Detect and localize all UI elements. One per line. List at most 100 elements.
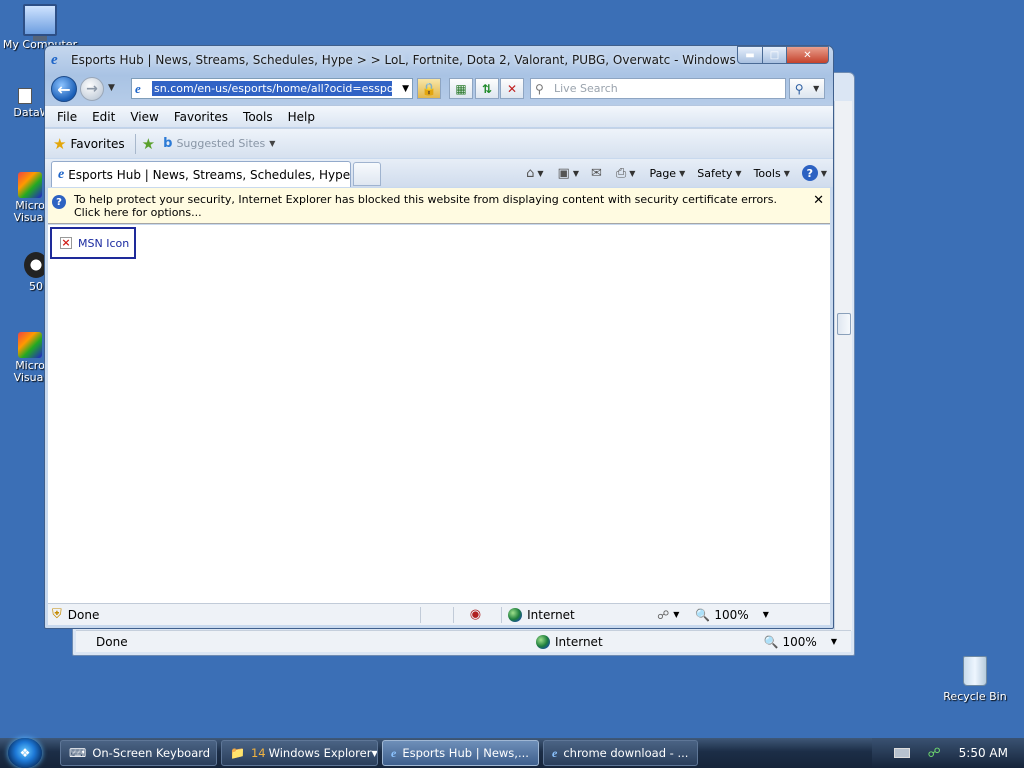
info-icon: ? bbox=[52, 195, 66, 209]
chevron-down-icon[interactable]: ▼ bbox=[629, 169, 635, 178]
menu-view[interactable]: View bbox=[130, 110, 158, 124]
forward-button[interactable]: → bbox=[80, 77, 104, 101]
minimize-button[interactable]: ▬ bbox=[737, 46, 763, 64]
title-bar[interactable]: e Esports Hub | News, Streams, Schedules… bbox=[45, 46, 833, 74]
refresh-button[interactable]: ⇅ bbox=[475, 78, 499, 99]
zoom-control[interactable]: 🔍 100% ▼ bbox=[764, 635, 837, 649]
chevron-down-icon[interactable]: ▼ bbox=[673, 610, 679, 619]
address-bar[interactable]: e sn.com/en-us/esports/home/all?ocid=ess… bbox=[131, 78, 413, 99]
ie-icon: e bbox=[552, 745, 558, 760]
chevron-down-icon[interactable]: ▼ bbox=[573, 169, 579, 178]
chevron-down-icon[interactable]: ▼ bbox=[821, 169, 827, 178]
ie-icon: e bbox=[58, 166, 65, 182]
desktop-icon-my-computer[interactable]: My Computer bbox=[0, 4, 80, 51]
chevron-down-icon[interactable]: ▼ bbox=[537, 169, 543, 178]
favorites-bar: ★ Favorites ★ b Suggested Sites ▼ bbox=[45, 128, 833, 158]
start-button[interactable]: ❖ bbox=[8, 738, 42, 768]
print-icon[interactable]: ⎙ bbox=[616, 166, 626, 181]
search-box[interactable]: ⚲ Live Search bbox=[530, 78, 786, 99]
back-button[interactable]: ← bbox=[51, 76, 77, 102]
stop-button[interactable]: ✕ bbox=[500, 78, 524, 99]
information-bar-message[interactable]: To help protect your security, Internet … bbox=[74, 193, 804, 219]
task-label: Windows Explorer bbox=[268, 746, 372, 760]
zone-label: Internet bbox=[555, 634, 603, 649]
clock[interactable]: 5:50 AM bbox=[959, 746, 1008, 760]
desktop-icon-recycle-bin[interactable]: Recycle Bin bbox=[935, 656, 1015, 703]
taskbar-on-screen-keyboard[interactable]: ⌨ On-Screen Keyboard bbox=[60, 740, 217, 766]
chevron-down-icon: ▼ bbox=[371, 748, 378, 758]
tools-menu[interactable]: Tools bbox=[754, 167, 781, 180]
tab-title: Esports Hub | News, Streams, Schedules, … bbox=[68, 167, 351, 182]
internet-explorer-window[interactable]: e Esports Hub | News, Streams, Schedules… bbox=[44, 45, 834, 629]
chevron-down-icon[interactable]: ▼ bbox=[679, 169, 685, 178]
bing-icon: b bbox=[163, 136, 173, 151]
read-mail-icon[interactable]: ✉ bbox=[591, 166, 602, 181]
task-label: On-Screen Keyboard bbox=[92, 746, 211, 760]
search-button[interactable]: ⚲ ▼ bbox=[789, 78, 825, 99]
status-bar: ⛨ Done ◉ Internet ☍ ▼ 🔍 100% ▼ bbox=[48, 603, 830, 625]
folder-icon: 📁 bbox=[230, 746, 245, 760]
menu-favorites[interactable]: Favorites bbox=[174, 110, 228, 124]
chevron-down-icon[interactable]: ▼ bbox=[784, 169, 790, 178]
menu-help[interactable]: Help bbox=[288, 110, 315, 124]
security-zone: Internet bbox=[536, 634, 603, 649]
chevron-down-icon[interactable]: ▼ bbox=[763, 610, 769, 619]
chevron-down-icon[interactable]: ▼ bbox=[402, 84, 409, 94]
zoom-level: 100% bbox=[782, 634, 817, 649]
favorites-button[interactable]: Favorites bbox=[70, 137, 124, 151]
menu-bar: File Edit View Favorites Tools Help bbox=[45, 105, 833, 127]
information-bar[interactable]: ? To help protect your security, Interne… bbox=[48, 188, 830, 224]
maximize-button[interactable]: □ bbox=[763, 46, 787, 64]
home-icon[interactable]: ⌂ bbox=[526, 166, 534, 181]
chevron-down-icon[interactable]: ▼ bbox=[735, 169, 741, 178]
compatibility-view-button[interactable]: ▦ bbox=[449, 78, 473, 99]
suggested-sites-link[interactable]: Suggested Sites bbox=[176, 137, 265, 150]
add-favorite-icon[interactable]: ★ bbox=[142, 135, 155, 153]
chevron-down-icon[interactable]: ▼ bbox=[269, 139, 275, 148]
vertical-scrollbar[interactable] bbox=[834, 101, 852, 631]
broken-image-icon: × bbox=[60, 236, 72, 249]
search-input[interactable]: Live Search bbox=[554, 82, 618, 95]
taskbar-windows-explorer[interactable]: 📁 14 Windows Explorer ▼ bbox=[221, 740, 378, 766]
ie-icon: e bbox=[51, 52, 58, 68]
image-alt-text: MSN Icon bbox=[78, 236, 130, 250]
protected-mode-icon[interactable]: ☍ bbox=[657, 608, 669, 622]
page-icon: e bbox=[135, 80, 141, 96]
broken-image-link[interactable]: × MSN Icon bbox=[50, 227, 136, 259]
divider bbox=[134, 133, 136, 154]
window-title: Esports Hub | News, Streams, Schedules, … bbox=[71, 53, 741, 67]
zoom-control[interactable]: 🔍 100% ▼ bbox=[695, 608, 768, 622]
taskbar-esports-hub[interactable]: e Esports Hub | News,... bbox=[382, 740, 539, 766]
keyboard-icon[interactable] bbox=[893, 748, 910, 758]
page-menu[interactable]: Page bbox=[649, 167, 676, 180]
help-icon[interactable]: ? bbox=[801, 165, 818, 181]
tab-esports-hub[interactable]: e Esports Hub | News, Streams, Schedules… bbox=[51, 161, 351, 187]
menu-tools[interactable]: Tools bbox=[243, 110, 273, 124]
lock-icon[interactable]: 🔒 bbox=[417, 78, 441, 99]
shield-icon: ⛨ bbox=[52, 607, 62, 622]
close-button[interactable]: ✕ bbox=[787, 46, 829, 64]
command-bar: ⌂ ▼ ▣ ▼ ✉ ⎙ ▼ Page ▼ Safety ▼ Tools ▼ ? … bbox=[526, 163, 827, 183]
network-icon[interactable]: ☍ bbox=[928, 746, 941, 761]
recent-pages-dropdown[interactable]: ▼ bbox=[108, 83, 118, 93]
taskbar-chrome-download[interactable]: e chrome download - ... bbox=[543, 740, 698, 766]
globe-icon bbox=[536, 634, 550, 649]
chevron-down-icon[interactable]: ▼ bbox=[813, 84, 819, 93]
task-label: Esports Hub | News,... bbox=[402, 746, 529, 760]
new-tab-button[interactable] bbox=[353, 162, 381, 186]
scrollbar-thumb[interactable] bbox=[837, 313, 851, 335]
tab-row: e Esports Hub | News, Streams, Schedules… bbox=[45, 159, 833, 187]
status-bar: Done Internet 🔍 100% ▼ bbox=[76, 630, 851, 652]
menu-file[interactable]: File bbox=[57, 110, 77, 124]
globe-icon bbox=[508, 607, 523, 622]
safety-menu[interactable]: Safety bbox=[697, 167, 732, 180]
page-content[interactable]: × MSN Icon bbox=[48, 225, 830, 605]
address-input[interactable]: sn.com/en-us/esports/home/all?ocid=esspo… bbox=[152, 81, 392, 96]
search-icon: ⚲ bbox=[535, 81, 544, 96]
close-icon[interactable]: ✕ bbox=[813, 193, 824, 208]
privacy-icon[interactable]: ◉ bbox=[470, 607, 481, 622]
chevron-down-icon: ▼ bbox=[830, 637, 837, 646]
rss-feed-icon[interactable]: ▣ bbox=[558, 166, 570, 181]
menu-edit[interactable]: Edit bbox=[92, 110, 115, 124]
system-tray: ☍ 5:50 AM bbox=[871, 738, 1024, 768]
